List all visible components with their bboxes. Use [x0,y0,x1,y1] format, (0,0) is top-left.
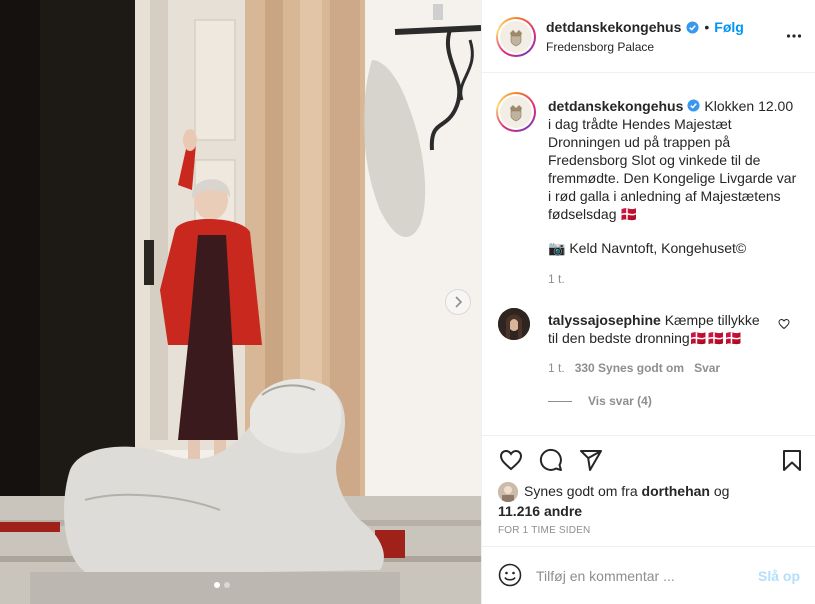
liker-username[interactable]: dorthehan [642,483,710,499]
post-side-panel: detdanskekongehus • Følg Fredensborg Pal… [481,0,815,604]
carousel-dot [224,582,230,588]
replies-divider [548,400,572,402]
comment-body: talyssajosephine Kæmpe tillykke til den … [548,311,770,347]
liker-photo [498,482,518,503]
emoji-icon[interactable] [498,563,522,587]
queen-on-palace-steps-image [0,0,481,604]
author-line: detdanskekongehus • Følg [546,19,744,35]
post-actions-bar [482,435,815,487]
comment-meta: 1 t. 330 Synes godt om Svar [548,361,720,375]
royal-crest-icon [510,30,522,47]
bookmark-icon[interactable] [780,448,804,474]
share-icon[interactable] [578,448,604,472]
post-timestamp[interactable]: FOR 1 TIME SIDEN [498,525,590,536]
heart-icon[interactable] [498,448,524,472]
commenter-avatar[interactable] [498,308,530,340]
post-caption: detdanskekongehus Klokken 12.00 i dag tr… [548,97,798,223]
location-link[interactable]: Fredensborg Palace [546,40,654,54]
add-comment-bar: Slå op [482,546,815,604]
likes-others-count[interactable]: 11.216 andre [498,503,582,519]
carousel-indicator [214,582,230,588]
comment-heart-icon[interactable] [778,318,790,330]
verified-badge-icon [686,20,699,34]
comment-icon[interactable] [538,448,564,472]
more-options-icon[interactable] [786,28,802,44]
comment-likes[interactable]: 330 Synes godt om [575,361,684,375]
verified-badge-icon [687,99,700,112]
next-photo-button[interactable] [445,289,471,315]
caption-text: Klokken 12.00 i dag trådte Hendes Majest… [548,98,797,222]
carousel-dot-active [214,582,220,588]
post-header: detdanskekongehus • Følg Fredensborg Pal… [482,0,815,73]
likes-prefix: Synes godt om fra [524,483,638,499]
comment-timestamp[interactable]: 1 t. [548,361,565,375]
comment-input[interactable] [536,565,746,587]
likes-conjunction: og [713,483,730,499]
liker-avatar[interactable] [498,482,518,503]
instagram-post-view: detdanskekongehus • Følg Fredensborg Pal… [0,0,815,604]
separator-dot: • [704,19,710,35]
author-username[interactable]: detdanskekongehus [546,19,681,35]
post-comment-button[interactable]: Slå op [758,568,800,584]
commenter-photo [498,308,530,340]
reply-button[interactable]: Svar [694,361,720,375]
follow-button[interactable]: Følg [714,19,744,35]
post-photo[interactable] [0,0,481,604]
chevron-right-icon [455,296,463,308]
caption-author-avatar[interactable] [496,92,536,132]
caption-username[interactable]: detdanskekongehus [548,98,683,114]
view-replies-button[interactable]: Vis svar (4) [548,394,652,408]
photo-credit: 📷 Keld Navntoft, Kongehuset© [548,240,747,256]
commenter-username[interactable]: talyssajosephine [548,312,661,328]
author-avatar[interactable] [496,17,536,57]
likes-summary: Synes godt om fra dorthehan og 11.216 an… [498,482,798,520]
royal-crest-icon [510,105,522,122]
view-replies-label: Vis svar (4) [588,394,652,408]
caption-timestamp[interactable]: 1 t. [548,272,565,286]
comments-section: detdanskekongehus Klokken 12.00 i dag tr… [482,73,815,435]
